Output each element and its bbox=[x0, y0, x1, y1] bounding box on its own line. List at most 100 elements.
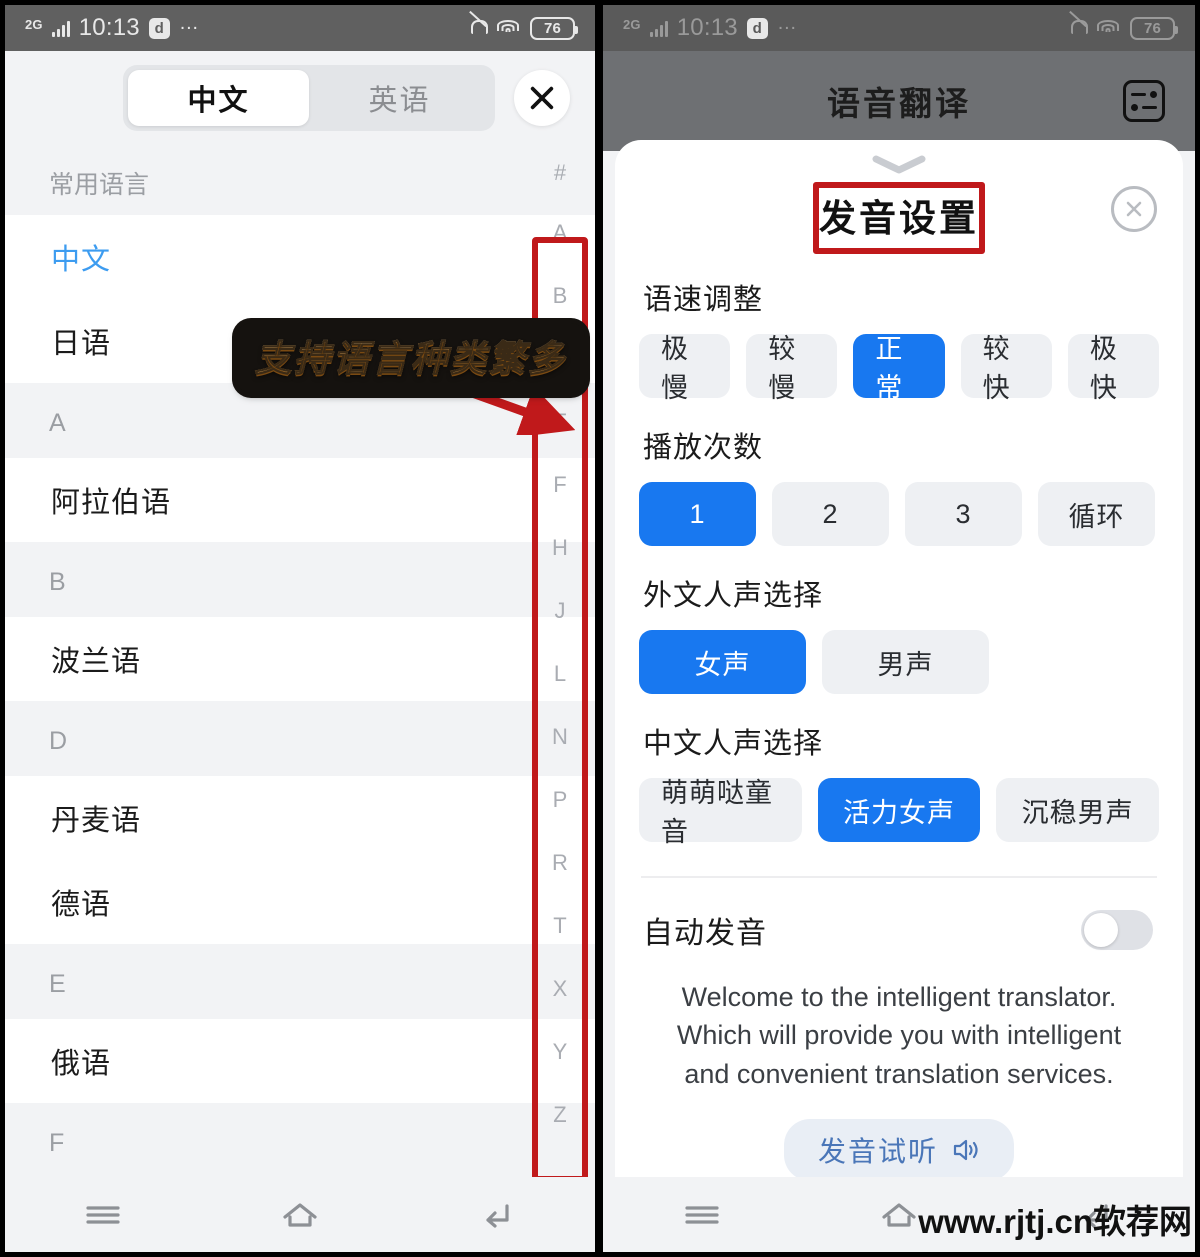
alpha-index-y[interactable]: Y bbox=[539, 1020, 581, 1083]
annotation-banner-left-text: 支持语言种类繁多 bbox=[254, 330, 567, 382]
chip-count-2[interactable]: 2 bbox=[772, 482, 889, 546]
status-bar-left: 2G 10:13 … 76 bbox=[5, 5, 595, 51]
chip-foreign-female[interactable]: 女声 bbox=[639, 630, 806, 694]
section-header-d: D bbox=[5, 701, 595, 776]
chip-count-1[interactable]: 1 bbox=[639, 482, 756, 546]
chip-count-loop[interactable]: 循环 bbox=[1038, 482, 1155, 546]
section-header-b: B bbox=[5, 542, 595, 617]
chip-cn-child[interactable]: 萌萌哒童音 bbox=[639, 778, 802, 847]
menu-button[interactable] bbox=[80, 1195, 126, 1235]
alpha-index-r[interactable]: R bbox=[539, 831, 581, 894]
app-badge-icon bbox=[148, 17, 170, 39]
battery-indicator: 76 bbox=[530, 16, 578, 40]
auto-speak-label: 自动发音 bbox=[643, 917, 767, 950]
nav-bar-left bbox=[5, 1177, 595, 1252]
language-group-b: 波兰语 bbox=[5, 617, 595, 701]
tab-english[interactable]: 英语 bbox=[309, 70, 490, 126]
chip-foreign-male[interactable]: 男声 bbox=[822, 630, 989, 694]
page-title: 语音翻译 bbox=[827, 85, 971, 122]
chip-speed-fast[interactable]: 较快 bbox=[960, 334, 1052, 403]
home-icon bbox=[882, 1202, 916, 1227]
home-button[interactable] bbox=[277, 1195, 323, 1235]
auto-speak-toggle[interactable] bbox=[1081, 910, 1153, 950]
tab-chinese[interactable]: 中文 bbox=[128, 70, 309, 126]
alpha-index-l[interactable]: L bbox=[539, 642, 581, 705]
alpha-index-f[interactable]: F bbox=[539, 453, 581, 516]
list-item[interactable]: 丹麦语 bbox=[5, 776, 595, 860]
chip-speed-normal[interactable]: 正常 bbox=[853, 334, 945, 403]
signal-icon bbox=[649, 20, 668, 37]
toggle-knob bbox=[1084, 913, 1118, 947]
chip-group-chinese-voice: 萌萌哒童音 活力女声 沉稳男声 bbox=[615, 778, 1183, 847]
close-button[interactable] bbox=[514, 70, 570, 126]
clock-label: 10:13 bbox=[676, 14, 738, 41]
menu-button[interactable] bbox=[679, 1195, 725, 1235]
chip-count-3[interactable]: 3 bbox=[905, 482, 1022, 546]
alpha-index-t[interactable]: T bbox=[539, 894, 581, 957]
signal-icon bbox=[51, 20, 70, 37]
network-type-label: 2G bbox=[25, 16, 43, 32]
annotation-highlight-box-title bbox=[813, 182, 985, 254]
list-item[interactable]: 俄语 bbox=[5, 1019, 595, 1103]
alpha-index-hash[interactable]: # bbox=[539, 145, 581, 201]
group-label-foreign-voice: 外文人声选择 bbox=[643, 580, 824, 612]
menu-icon bbox=[685, 1205, 719, 1224]
alpha-index-h[interactable]: H bbox=[539, 516, 581, 579]
alpha-index-j[interactable]: J bbox=[539, 579, 581, 642]
close-icon bbox=[530, 86, 554, 110]
preview-pronunciation-label: 发音试听 bbox=[817, 1135, 938, 1167]
section-header-common: 常用语言 bbox=[5, 145, 595, 215]
list-item[interactable]: 德语 bbox=[5, 860, 595, 944]
chip-speed-very-slow[interactable]: 极慢 bbox=[639, 334, 731, 403]
group-label-play-count: 播放次数 bbox=[643, 432, 764, 464]
back-button[interactable] bbox=[474, 1195, 520, 1235]
language-list[interactable]: 常用语言 中文 日语 A 阿拉伯语 B 波兰语 D 丹麦语 德语 E 俄语 F bbox=[5, 145, 595, 1187]
chip-cn-female[interactable]: 活力女声 bbox=[817, 778, 981, 842]
list-item[interactable]: 中文 bbox=[5, 215, 595, 299]
list-item[interactable]: 阿拉伯语 bbox=[5, 458, 595, 542]
try-button-wrap: 发音试听 bbox=[615, 1093, 1183, 1177]
chip-cn-male[interactable]: 沉稳男声 bbox=[996, 778, 1160, 842]
alpha-index-n[interactable]: N bbox=[539, 705, 581, 768]
close-circle-icon bbox=[1126, 201, 1142, 217]
menu-icon bbox=[86, 1205, 120, 1224]
wifi-icon bbox=[497, 19, 519, 37]
bell-mute-icon bbox=[469, 19, 488, 38]
battery-indicator: 76 bbox=[1130, 16, 1178, 40]
site-watermark: www.rjtj.cn软荐网 bbox=[918, 1203, 1192, 1240]
annotation-banner-left: 支持语言种类繁多 bbox=[237, 323, 586, 393]
list-item[interactable]: 波兰语 bbox=[5, 617, 595, 701]
speaker-icon bbox=[953, 1139, 978, 1161]
settings-sliders-icon[interactable] bbox=[1123, 80, 1165, 122]
wifi-icon bbox=[1097, 19, 1119, 37]
chip-group-speed: 极慢 较慢 正常 较快 极快 bbox=[615, 334, 1183, 403]
home-icon bbox=[283, 1202, 317, 1227]
group-label-speed: 语速调整 bbox=[643, 284, 764, 316]
chip-speed-slow[interactable]: 较慢 bbox=[746, 334, 838, 403]
chip-speed-very-fast[interactable]: 极快 bbox=[1067, 334, 1160, 403]
pronunciation-settings-sheet: 发音设置 语速调整 极慢 较慢 正常 较快 极快 播放次数 1 2 3 循环 外… bbox=[615, 140, 1183, 1177]
alpha-index-a[interactable]: A bbox=[539, 201, 581, 264]
bell-mute-icon bbox=[1069, 19, 1088, 38]
chip-group-play-count: 1 2 3 循环 bbox=[615, 482, 1183, 546]
language-picker-header: 中文 英语 bbox=[5, 51, 595, 145]
alpha-index-x[interactable]: X bbox=[539, 957, 581, 1020]
section-header-f: F bbox=[5, 1103, 595, 1178]
alpha-index-z[interactable]: Z bbox=[539, 1083, 581, 1146]
screenshot-stage: 2G 10:13 … 76 中文 英语 常用语言 bbox=[0, 0, 1200, 1257]
alpha-index-p[interactable]: P bbox=[539, 768, 581, 831]
sheet-close-button[interactable] bbox=[1111, 186, 1157, 232]
preview-pronunciation-button[interactable]: 发音试听 bbox=[783, 1118, 1014, 1177]
app-bar: 语音翻译 bbox=[603, 51, 1195, 151]
clock-label: 10:13 bbox=[78, 14, 140, 41]
alphabet-index-strip[interactable]: # A B D E F H J L N P R T X Y Z bbox=[539, 145, 581, 1146]
home-button[interactable] bbox=[876, 1195, 922, 1235]
back-icon bbox=[486, 1203, 509, 1228]
sheet-drag-handle[interactable] bbox=[615, 140, 1183, 174]
status-bar-right: 2G 10:13 … 76 bbox=[603, 5, 1195, 51]
section-header-e: E bbox=[5, 944, 595, 1019]
overflow-dots-icon: … bbox=[776, 11, 799, 34]
alpha-index-b[interactable]: B bbox=[539, 264, 581, 327]
app-badge-icon bbox=[746, 17, 768, 39]
right-phone-screen: 2G 10:13 … 76 语音翻译 bbox=[600, 0, 1200, 1257]
